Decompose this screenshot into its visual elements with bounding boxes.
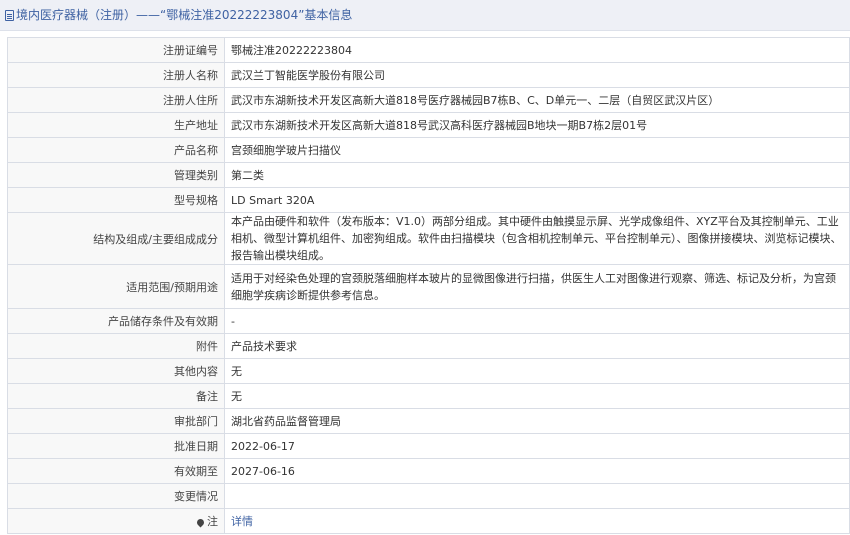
row-value: 宫颈细胞学玻片扫描仪: [224, 137, 850, 163]
row-value: 鄂械注准20222223804: [224, 37, 850, 63]
info-table: 注册证编号 鄂械注准20222223804 注册人名称 武汉兰丁智能医学股份有限…: [7, 37, 850, 534]
row-value: 武汉市东湖新技术开发区高新大道818号医疗器械园B7栋B、C、D单元一、二层（自…: [224, 87, 850, 113]
table-row: 附件 产品技术要求: [7, 333, 850, 359]
details-link[interactable]: 详情: [231, 515, 253, 528]
row-value: 本产品由硬件和软件（发布版本：V1.0）两部分组成。其中硬件由触摸显示屏、光学成…: [224, 212, 850, 265]
table-row: 注册证编号 鄂械注准20222223804: [7, 37, 850, 63]
row-value: 无: [224, 383, 850, 409]
row-label: 批准日期: [7, 433, 225, 459]
note-row: 注 详情: [7, 508, 850, 534]
row-label: 注册人名称: [7, 62, 225, 88]
table-row: 注册人名称 武汉兰丁智能医学股份有限公司: [7, 62, 850, 88]
table-row: 备注 无: [7, 383, 850, 409]
row-value: 湖北省药品监督管理局: [224, 408, 850, 434]
row-label: 附件: [7, 333, 225, 359]
table-row: 管理类别 第二类: [7, 162, 850, 188]
row-value: 2022-06-17: [224, 433, 850, 459]
row-label: 其他内容: [7, 358, 225, 384]
table-row: 产品名称 宫颈细胞学玻片扫描仪: [7, 137, 850, 163]
note-value-cell: 详情: [224, 508, 850, 534]
table-row: 型号规格 LD Smart 320A: [7, 187, 850, 213]
table-row: 结构及组成/主要组成成分 本产品由硬件和软件（发布版本：V1.0）两部分组成。其…: [7, 212, 850, 265]
table-row: 审批部门 湖北省药品监督管理局: [7, 408, 850, 434]
row-label: 结构及组成/主要组成成分: [7, 212, 225, 265]
row-label: 产品名称: [7, 137, 225, 163]
note-label: 注: [207, 515, 218, 528]
table-row: 适用范围/预期用途 适用于对经染色处理的宫颈脱落细胞样本玻片的显微图像进行扫描，…: [7, 264, 850, 309]
row-label: 有效期至: [7, 458, 225, 484]
row-value: -: [224, 308, 850, 334]
row-value: 武汉市东湖新技术开发区高新大道818号武汉高科医疗器械园B地块一期B7栋2层01…: [224, 112, 850, 138]
table-row: 其他内容 无: [7, 358, 850, 384]
note-label-cell: 注: [7, 508, 225, 534]
page-header: 境内医疗器械（注册）——“鄂械注准20222223804”基本信息: [0, 0, 850, 31]
row-label: 型号规格: [7, 187, 225, 213]
table-row: 注册人住所 武汉市东湖新技术开发区高新大道818号医疗器械园B7栋B、C、D单元…: [7, 87, 850, 113]
row-value: 武汉兰丁智能医学股份有限公司: [224, 62, 850, 88]
table-row: 产品储存条件及有效期 -: [7, 308, 850, 334]
pin-icon: [195, 517, 206, 528]
row-value: 2027-06-16: [224, 458, 850, 484]
row-label: 适用范围/预期用途: [7, 264, 225, 309]
document-icon: [5, 9, 14, 21]
row-value: 第二类: [224, 162, 850, 188]
page-title: 境内医疗器械（注册）——“鄂械注准20222223804”基本信息: [16, 8, 353, 22]
table-row: 批准日期 2022-06-17: [7, 433, 850, 459]
row-value: 适用于对经染色处理的宫颈脱落细胞样本玻片的显微图像进行扫描，供医生人工对图像进行…: [224, 264, 850, 309]
row-value: 无: [224, 358, 850, 384]
table-row: 有效期至 2027-06-16: [7, 458, 850, 484]
row-label: 生产地址: [7, 112, 225, 138]
row-label: 管理类别: [7, 162, 225, 188]
table-row: 变更情况: [7, 483, 850, 509]
row-label: 注册证编号: [7, 37, 225, 63]
row-value: 产品技术要求: [224, 333, 850, 359]
row-label: 产品储存条件及有效期: [7, 308, 225, 334]
row-label: 变更情况: [7, 483, 225, 509]
table-row: 生产地址 武汉市东湖新技术开发区高新大道818号武汉高科医疗器械园B地块一期B7…: [7, 112, 850, 138]
row-label: 备注: [7, 383, 225, 409]
row-value: LD Smart 320A: [224, 187, 850, 213]
row-label: 审批部门: [7, 408, 225, 434]
row-value: [224, 483, 850, 509]
row-label: 注册人住所: [7, 87, 225, 113]
